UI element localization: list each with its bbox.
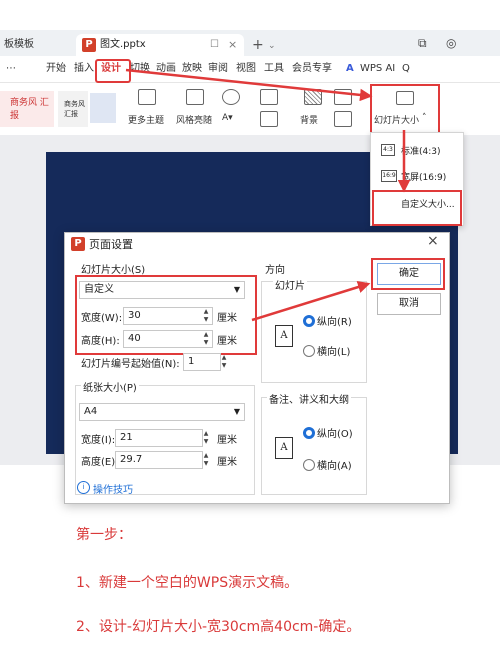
annotation-arrows [125, 68, 411, 322]
step-line-2: 2、设计-幻灯片大小-宽30cm高40cm-确定。 [76, 619, 361, 635]
arrow-design-to-size [125, 68, 373, 102]
step-line-1: 1、新建一个空白的WPS演示文稿。 [76, 575, 299, 591]
arrow-fields-to-ok [251, 280, 371, 322]
step-heading: 第一步： [76, 527, 132, 543]
